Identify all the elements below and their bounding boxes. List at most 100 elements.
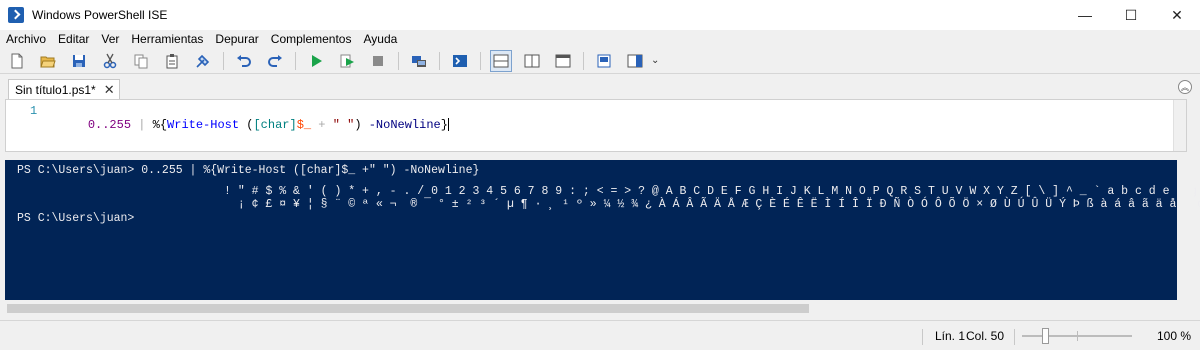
show-commands-window-button[interactable] — [593, 50, 615, 72]
text-caret — [447, 118, 449, 132]
status-column-number: Col. 50 — [966, 329, 1005, 343]
new-script-button[interactable] — [6, 50, 28, 72]
code-token-nonewline: -NoNewline — [368, 118, 441, 132]
collapse-script-pane-icon[interactable]: ︽ — [1178, 80, 1192, 94]
show-command-addon-icon — [627, 54, 643, 67]
console-output-line: ¡ ¢ £ ¤ ¥ ¦ § ¨ © ª « ¬ ­ ® ¯ ° ± ² ³ ´ … — [17, 198, 1200, 211]
console-output-line: ! " # $ % & ' ( ) * + , - . / 0 1 2 3 4 … — [17, 185, 1200, 198]
redo-button[interactable] — [264, 50, 286, 72]
status-separator — [922, 329, 923, 345]
new-script-icon — [11, 53, 23, 68]
start-powershell-button[interactable] — [449, 50, 471, 72]
save-icon — [73, 54, 85, 67]
script-pane[interactable]: 1 0..255 | %{Write-Host ([char]$_ + " ")… — [5, 99, 1187, 152]
menu-bar: Archivo Editar Ver Herramientas Depurar … — [0, 30, 1200, 48]
menu-ver[interactable]: Ver — [101, 32, 119, 46]
window-controls: — ☐ ✕ — [1062, 0, 1200, 30]
minimize-icon: — — [1078, 7, 1092, 23]
zoom-slider-thumb[interactable] — [1042, 328, 1050, 344]
close-icon: ✕ — [1171, 6, 1183, 23]
run-selection-icon — [340, 54, 354, 67]
copy-button[interactable] — [130, 50, 152, 72]
remote-powershell-tab-icon — [412, 55, 426, 67]
menu-archivo[interactable]: Archivo — [6, 32, 46, 46]
run-script-icon — [312, 54, 322, 67]
tab-close-icon[interactable]: ✕ — [104, 82, 115, 98]
code-line[interactable]: 0..255 | %{Write-Host ([char]$_ + " ") -… — [59, 104, 449, 146]
toolbar-separator — [480, 51, 481, 70]
run-selection-button[interactable] — [336, 50, 358, 72]
console-pane[interactable]: PS C:\Users\juan> 0..255 | %{Write-Host … — [5, 160, 1200, 300]
new-remote-powershell-tab-button[interactable] — [408, 50, 430, 72]
show-script-pane-right-icon — [524, 54, 540, 67]
console-scroll-thumb[interactable] — [7, 304, 809, 313]
code-token-char-type: [char] — [253, 118, 297, 132]
open-icon — [40, 56, 56, 67]
close-button[interactable]: ✕ — [1154, 0, 1200, 30]
title-bar: Windows PowerShell ISE — ☐ ✕ — [0, 0, 1200, 30]
code-token-paren-open: ( — [239, 118, 254, 132]
toolbar-separator — [295, 51, 296, 70]
stop-button[interactable] — [367, 50, 389, 72]
code-token-write-host: Write-Host — [167, 118, 240, 132]
stop-icon — [373, 55, 383, 66]
zoom-level: 100 % — [1157, 329, 1192, 343]
show-command-addon-button[interactable] — [624, 50, 646, 72]
code-token-range: 0..255 — [87, 118, 132, 132]
maximize-button[interactable]: ☐ — [1108, 0, 1154, 30]
toolbar-separator — [583, 51, 584, 70]
console-vertical-scrollbar[interactable] — [1177, 160, 1194, 300]
script-pane-right-button[interactable] — [521, 50, 543, 72]
line-number: 1 — [30, 104, 38, 118]
status-separator — [1014, 329, 1015, 345]
window-title: Windows PowerShell ISE — [32, 8, 168, 22]
menu-herramientas[interactable]: Herramientas — [131, 32, 203, 46]
tab-sin-titulo1[interactable]: Sin título1.ps1* ✕ — [8, 79, 120, 100]
clear-console-button[interactable] — [192, 50, 214, 72]
code-token-plus: + — [311, 118, 333, 132]
clear-console-icon — [196, 54, 210, 68]
console-command-line: PS C:\Users\juan> 0..255 | %{Write-Host … — [17, 164, 480, 177]
status-bar: Lín. 1 Col. 50 100 % — [0, 320, 1200, 350]
open-button[interactable] — [37, 50, 59, 72]
code-token-paren-close: ) — [354, 118, 369, 132]
pane-splitter[interactable] — [0, 152, 1200, 160]
powershell-ise-app-icon[interactable] — [8, 7, 24, 23]
run-script-button[interactable] — [305, 50, 327, 72]
code-token-space-string: " " — [332, 118, 355, 132]
copy-icon — [134, 54, 148, 68]
minimize-button[interactable]: — — [1062, 0, 1108, 30]
code-token-pipe: | — [131, 118, 153, 132]
toolbar-overflow-icon[interactable]: ⌄ — [651, 55, 659, 66]
code-token-foreach-open: %{ — [152, 118, 168, 132]
script-pane-scrollbar[interactable] — [1173, 100, 1186, 151]
paste-button[interactable] — [161, 50, 183, 72]
status-line-number: Lín. 1 — [935, 329, 966, 343]
toolbar-separator — [223, 51, 224, 70]
maximize-icon: ☐ — [1124, 6, 1138, 23]
menu-depurar[interactable]: Depurar — [215, 32, 258, 46]
zoom-slider-midpoint — [1077, 331, 1078, 341]
save-button[interactable] — [68, 50, 90, 72]
menu-ayuda[interactable]: Ayuda — [363, 32, 397, 46]
script-pane-maximized-button[interactable] — [552, 50, 574, 72]
show-commands-window-icon — [597, 54, 611, 67]
show-script-pane-top-icon — [493, 54, 509, 67]
code-token-brace-close: } — [440, 118, 448, 132]
code-token-pipeline-var: $_ — [296, 118, 312, 132]
paste-icon — [166, 53, 178, 68]
start-powershell-exe-icon — [453, 54, 467, 67]
undo-button[interactable] — [233, 50, 255, 72]
console-prompt: PS C:\Users\juan> — [17, 212, 135, 225]
menu-complementos[interactable]: Complementos — [271, 32, 352, 46]
script-pane-top-button[interactable] — [490, 49, 512, 72]
redo-icon — [268, 54, 282, 67]
toolbar: ⌄ — [0, 48, 1200, 73]
console-horizontal-scrollbar[interactable] — [5, 300, 1177, 317]
tab-title: Sin título1.ps1* — [15, 83, 96, 97]
toolbar-separator — [398, 51, 399, 70]
undo-icon — [237, 54, 251, 67]
menu-editar[interactable]: Editar — [58, 32, 89, 46]
toolbar-separator — [439, 51, 440, 70]
cut-button[interactable] — [99, 50, 121, 72]
